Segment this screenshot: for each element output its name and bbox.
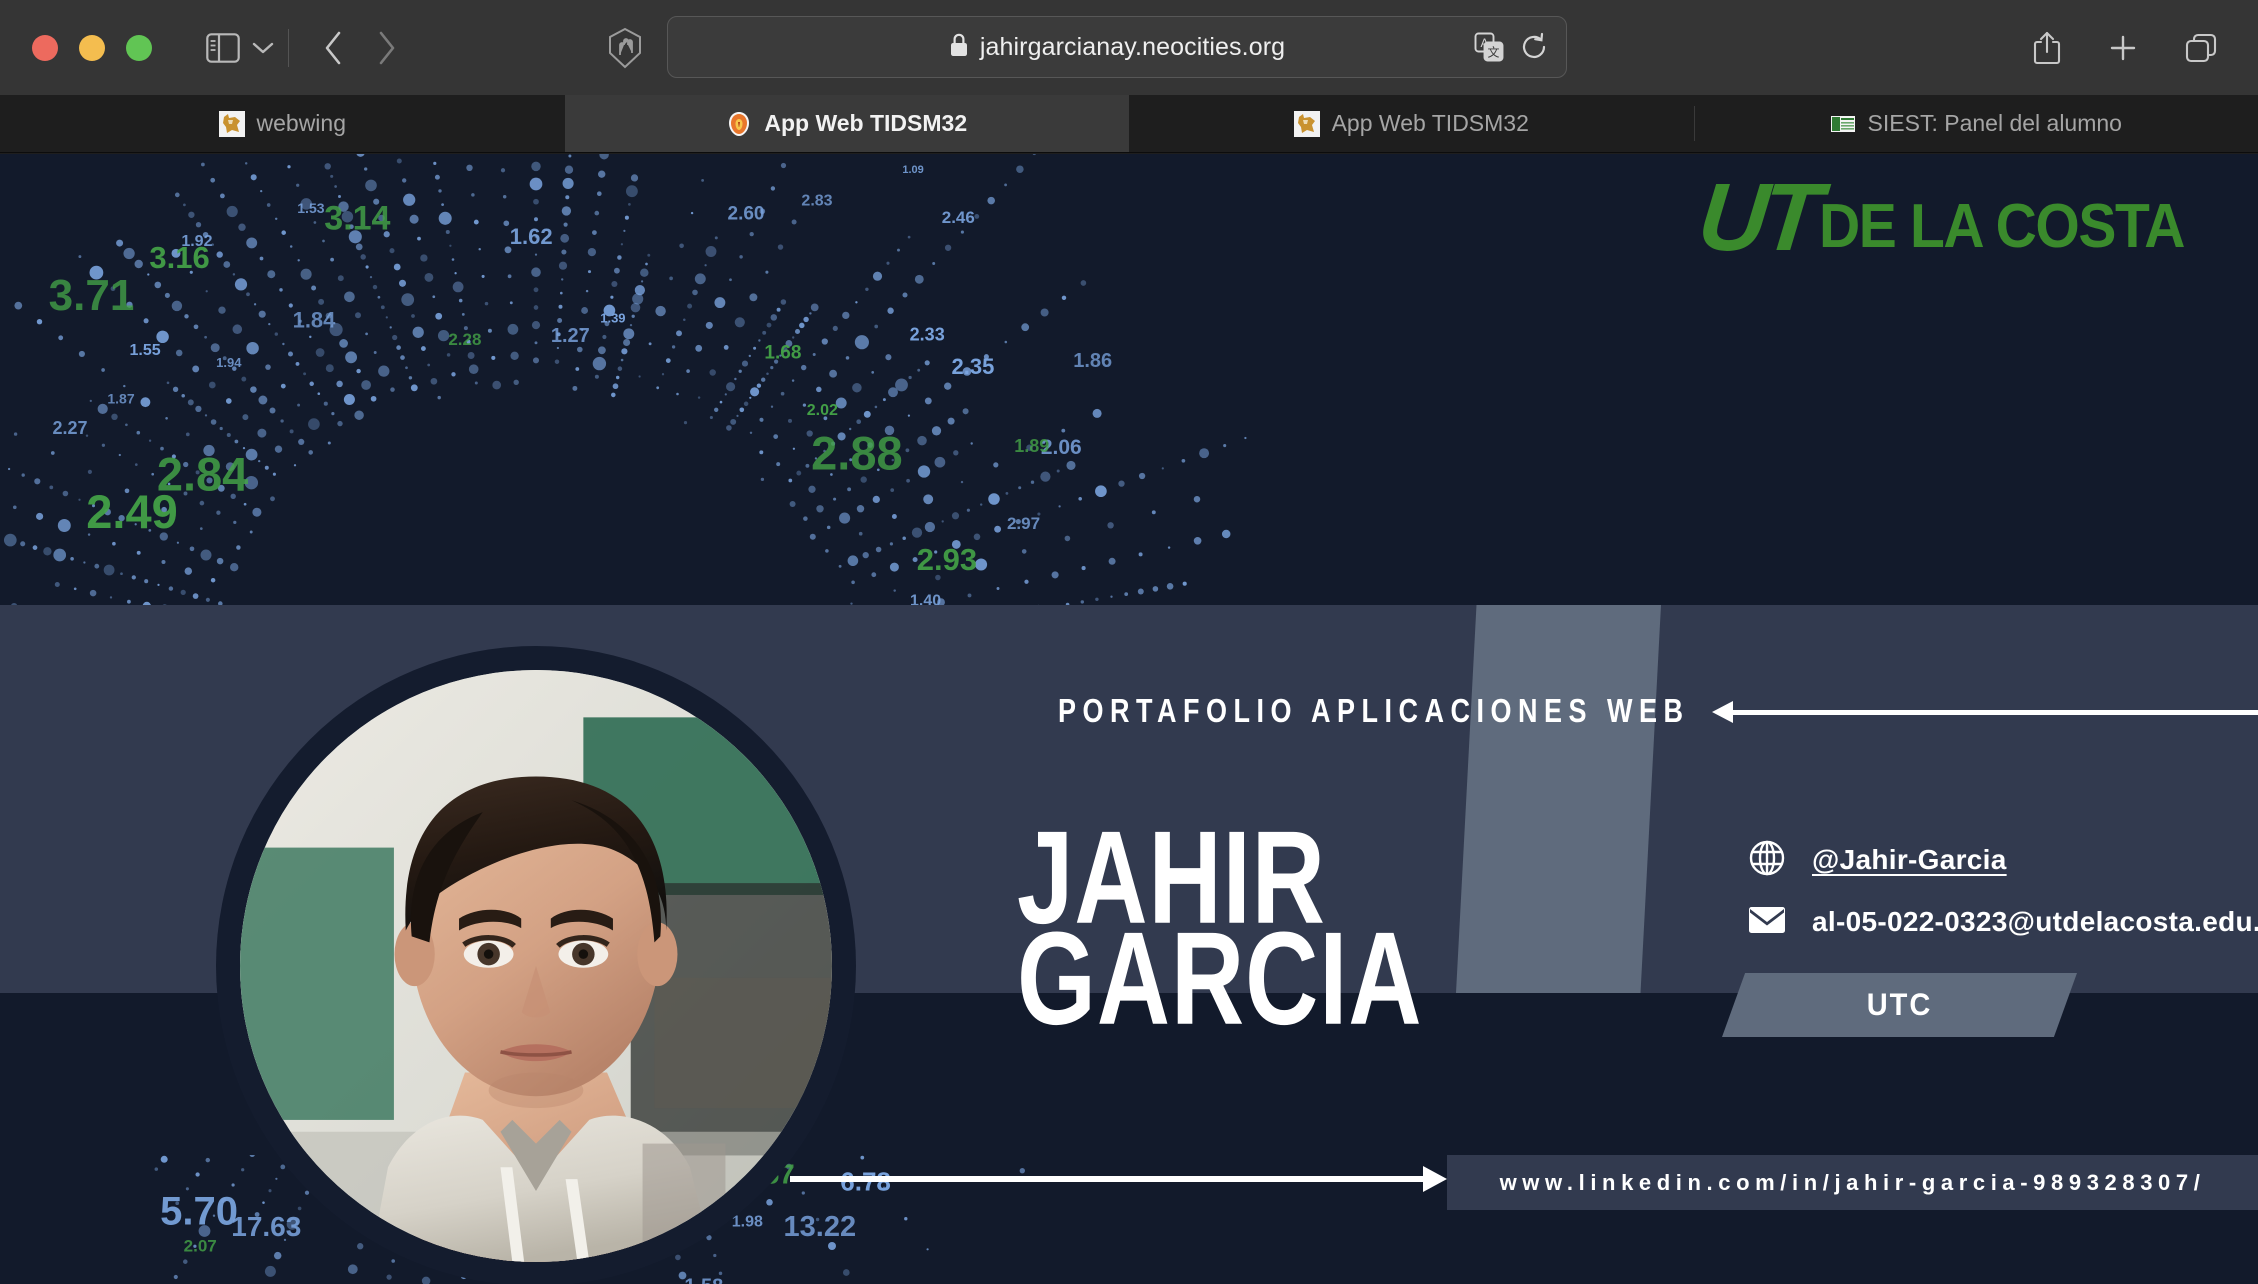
svg-text:1.55: 1.55: [130, 342, 161, 359]
svg-text:2.97: 2.97: [1007, 514, 1040, 533]
firefox-icon: [729, 111, 750, 136]
url-text: jahirgarcianay.neocities.org: [979, 32, 1286, 61]
svg-text:1.87: 1.87: [107, 390, 134, 406]
svg-text:2.83: 2.83: [801, 193, 832, 210]
ut-de-la-costa-logo: UT DE LA COSTA: [1694, 164, 2216, 271]
globe-icon: [1748, 839, 1786, 882]
svg-text:2.02: 2.02: [807, 402, 838, 419]
contact-website[interactable]: @Jahir-Garcia: [1748, 834, 2258, 886]
profile-name: JAHIR GARCIA: [1017, 812, 1488, 1046]
sidebar-icon[interactable]: [206, 32, 240, 63]
svg-text:1.62: 1.62: [510, 224, 553, 249]
back-arrow-icon[interactable]: [323, 31, 343, 65]
right-arrow-icon: [790, 1166, 1447, 1192]
url-display: jahirgarcianay.neocities.org: [949, 32, 1285, 63]
portfolio-heading-row: PORTAFOLIO APLICACIONES WEB: [1058, 693, 2258, 729]
svg-text:2.46: 2.46: [942, 208, 975, 227]
left-arrow-icon: [1711, 700, 2258, 723]
svg-text:1.09: 1.09: [902, 164, 923, 176]
new-tab-button[interactable]: [2108, 33, 2138, 63]
fox-icon: [1293, 110, 1320, 137]
utc-button[interactable]: UTC: [1722, 973, 2077, 1037]
svg-text:2.93: 2.93: [917, 542, 977, 577]
svg-text:1.58: 1.58: [684, 1275, 723, 1284]
tab-webwing[interactable]: webwing: [0, 95, 565, 152]
minimize-window-button[interactable]: [79, 34, 105, 61]
browser-window: jahirgarcianay.neocities.org A 文: [0, 0, 2258, 1284]
svg-text:1.86: 1.86: [1073, 350, 1112, 372]
reload-icon[interactable]: [1520, 32, 1548, 62]
privacy-shield-icon[interactable]: [607, 27, 643, 69]
svg-text:2.33: 2.33: [910, 325, 945, 345]
svg-text:3.14: 3.14: [324, 200, 390, 238]
tab-label: webwing: [256, 110, 347, 136]
tab-app-web-tidsm32[interactable]: App Web TIDSM32: [1129, 95, 1694, 152]
tab-strip: webwing App Web TIDSM32 App Web TIDSM32: [0, 95, 2258, 153]
svg-text:文: 文: [1487, 45, 1499, 60]
svg-text:2.07: 2.07: [184, 1237, 217, 1256]
svg-text:1.68: 1.68: [764, 343, 801, 364]
svg-text:5.70: 5.70: [160, 1190, 238, 1234]
last-name: GARCIA: [1017, 905, 1423, 1054]
svg-text:2.28: 2.28: [448, 330, 481, 349]
translate-icon[interactable]: A 文: [1474, 32, 1504, 62]
tab-app-web-tidsm32-active[interactable]: App Web TIDSM32: [564, 95, 1129, 152]
email-address[interactable]: al-05-022-0323@utdelacosta.edu.mx: [1812, 906, 2258, 938]
zoom-window-button[interactable]: [126, 34, 152, 61]
address-bar[interactable]: jahirgarcianay.neocities.org A 文: [667, 16, 1567, 78]
svg-text:1.98: 1.98: [732, 1213, 763, 1230]
forward-arrow-icon[interactable]: [377, 31, 397, 65]
contact-list: @Jahir-Garcia al-05-022-0323@utdelacosta…: [1748, 834, 2258, 948]
tab-label: App Web TIDSM32: [1331, 110, 1529, 136]
lock-icon: [949, 32, 969, 63]
toolbar-right-actions: [2032, 30, 2218, 66]
website-handle[interactable]: @Jahir-Garcia: [1812, 844, 2007, 876]
avatar: [240, 670, 832, 1262]
tab-label: SIEST: Panel del alumno: [1867, 110, 2122, 136]
svg-text:1.84: 1.84: [293, 307, 337, 332]
svg-text:17.63: 17.63: [231, 1211, 301, 1242]
svg-text:2.35: 2.35: [951, 354, 994, 379]
svg-text:3.16: 3.16: [149, 240, 209, 275]
linkedin-url-bar[interactable]: www.linkedin.com/in/jahir-garcia-9893283…: [1447, 1155, 2258, 1210]
share-icon[interactable]: [2032, 30, 2062, 66]
svg-text:2.49: 2.49: [86, 485, 177, 538]
svg-text:3.71: 3.71: [49, 271, 135, 320]
svg-text:2.60: 2.60: [728, 204, 765, 225]
window-controls: [32, 34, 152, 61]
svg-text:1.94: 1.94: [216, 355, 242, 370]
page-content: 3.586.753.077.047.1710.235.887.396.7813.…: [0, 154, 2258, 1284]
svg-text:2.06: 2.06: [1041, 436, 1082, 459]
svg-text:13.22: 13.22: [784, 1211, 857, 1243]
logo-subtitle-text: DE LA COSTA: [1819, 191, 2185, 261]
chevron-down-icon[interactable]: [252, 41, 274, 55]
svg-text:1.27: 1.27: [551, 325, 590, 347]
tab-label: App Web TIDSM32: [764, 110, 968, 136]
logo-ut-text: UT: [1693, 164, 1821, 271]
svg-text:1.53: 1.53: [297, 200, 324, 216]
utc-button-label: UTC: [1866, 986, 1933, 1023]
address-bar-actions: A 文: [1474, 32, 1548, 62]
page-title: PORTAFOLIO APLICACIONES WEB: [1058, 692, 1690, 730]
svg-text:2.27: 2.27: [52, 418, 87, 438]
avatar-ring: [216, 646, 856, 1284]
linkedin-url-text: www.linkedin.com/in/jahir-garcia-9893283…: [1499, 1169, 2206, 1195]
siest-icon: [1830, 115, 1855, 132]
close-window-button[interactable]: [32, 34, 58, 61]
svg-text:2.88: 2.88: [811, 426, 902, 479]
contact-email[interactable]: al-05-022-0323@utdelacosta.edu.mx: [1748, 896, 2258, 948]
svg-text:2.43: 2.43: [170, 154, 265, 165]
svg-text:1.39: 1.39: [600, 311, 625, 326]
tab-siest-panel-del-alumno[interactable]: SIEST: Panel del alumno: [1693, 95, 2258, 152]
svg-text:2.84: 2.84: [157, 447, 248, 500]
fox-icon: [218, 110, 245, 137]
tab-overview-icon[interactable]: [2184, 32, 2218, 64]
envelope-icon: [1748, 905, 1786, 940]
toolbar-divider: [288, 28, 289, 67]
svg-text:1.89: 1.89: [1014, 436, 1049, 456]
browser-toolbar: jahirgarcianay.neocities.org A 文: [0, 0, 2258, 95]
svg-text:1.92: 1.92: [181, 233, 212, 250]
